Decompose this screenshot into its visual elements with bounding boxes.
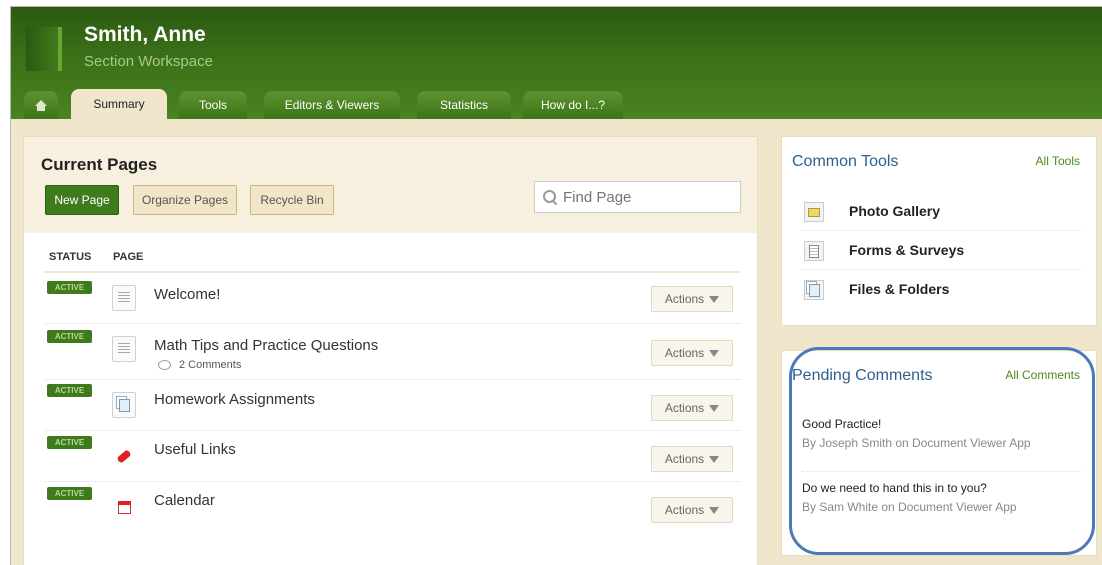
tool-label: Files & Folders	[849, 281, 950, 297]
actions-dropdown[interactable]: Actions	[651, 497, 733, 523]
current-pages-toolbar: Current Pages New Page Organize Pages Re…	[24, 137, 757, 233]
header-banner: Smith, Anne Section Workspace Summary To…	[11, 7, 1102, 119]
actions-dropdown[interactable]: Actions	[651, 340, 733, 366]
workspace-frame: Smith, Anne Section Workspace Summary To…	[10, 6, 1102, 565]
table-row[interactable]: ACTIVE Homework Assignments Actions	[44, 380, 741, 431]
tool-label: Forms & Surveys	[849, 242, 965, 258]
tab-home[interactable]	[24, 91, 58, 119]
all-comments-link[interactable]: All Comments	[1005, 368, 1080, 382]
documents-icon	[112, 392, 136, 418]
table-row[interactable]: ACTIVE Welcome! Actions	[44, 273, 741, 324]
comment-item[interactable]: Good Practice! By Joseph Smith on Docume…	[802, 417, 1082, 450]
comment-divider	[802, 471, 1082, 472]
page-icon	[112, 336, 136, 362]
actions-label: Actions	[664, 452, 705, 466]
table-row[interactable]: ACTIVE Calendar Actions	[44, 482, 741, 533]
page-title-link[interactable]: Useful Links	[154, 441, 236, 458]
comment-text: Good Practice!	[802, 417, 882, 431]
home-icon	[35, 99, 47, 111]
actions-label: Actions	[664, 292, 705, 306]
caret-down-icon	[709, 404, 720, 412]
tab-how-do-i[interactable]: How do I...?	[523, 91, 623, 119]
page-title: Smith, Anne	[84, 23, 206, 46]
page-title-link[interactable]: Homework Assignments	[154, 391, 315, 408]
caret-down-icon	[709, 295, 720, 303]
tab-tools[interactable]: Tools	[179, 91, 247, 119]
actions-dropdown[interactable]: Actions	[651, 446, 733, 472]
common-tools-title: Common Tools	[792, 153, 899, 170]
actions-label: Actions	[664, 401, 705, 415]
all-tools-link[interactable]: All Tools	[1036, 154, 1080, 168]
photo-gallery-icon	[804, 202, 824, 222]
status-badge: ACTIVE	[47, 330, 92, 343]
tool-label: Photo Gallery	[849, 203, 941, 219]
tool-item-files-folders[interactable]: Files & Folders	[802, 271, 1082, 309]
search-icon	[543, 190, 557, 204]
comments-count: 2 Comments	[179, 359, 242, 371]
current-pages-panel: Current Pages New Page Organize Pages Re…	[23, 136, 758, 565]
link-icon	[112, 443, 136, 469]
page-column-header: PAGE	[113, 251, 144, 263]
table-row[interactable]: ACTIVE Math Tips and Practice Questions …	[44, 324, 741, 380]
tool-item-photo-gallery[interactable]: Photo Gallery	[802, 193, 1082, 231]
status-badge: ACTIVE	[47, 436, 92, 449]
status-badge: ACTIVE	[47, 487, 92, 500]
comment-text: Do we need to hand this in to you?	[802, 481, 987, 495]
find-page-input[interactable]	[563, 188, 723, 206]
workspace-logo-icon	[26, 27, 62, 71]
caret-down-icon	[709, 349, 720, 357]
page-icon	[112, 285, 136, 311]
current-pages-title: Current Pages	[41, 155, 158, 174]
actions-label: Actions	[664, 346, 705, 360]
tab-summary[interactable]: Summary	[71, 89, 167, 119]
files-icon	[804, 280, 824, 300]
pending-comments-panel: Pending Comments All Comments Good Pract…	[781, 350, 1097, 556]
calendar-icon	[112, 494, 136, 520]
caret-down-icon	[709, 506, 720, 514]
caret-down-icon	[709, 455, 720, 463]
forms-icon	[804, 241, 824, 261]
page-subtitle: Section Workspace	[84, 53, 213, 70]
status-column-header: STATUS	[49, 251, 92, 263]
comment-item[interactable]: Do we need to hand this in to you? By Sa…	[802, 481, 1082, 514]
actions-label: Actions	[664, 503, 705, 517]
find-page-field[interactable]	[534, 181, 741, 213]
page-title-link[interactable]: Math Tips and Practice Questions	[154, 337, 378, 354]
comment-bubble-icon	[158, 360, 171, 370]
table-row[interactable]: ACTIVE Useful Links Actions	[44, 431, 741, 482]
status-badge: ACTIVE	[47, 281, 92, 294]
actions-dropdown[interactable]: Actions	[651, 286, 733, 312]
new-page-button[interactable]: New Page	[45, 185, 119, 215]
page-title-link[interactable]: Welcome!	[154, 286, 220, 303]
comment-author: By Joseph Smith on Document Viewer App	[802, 436, 1031, 450]
actions-dropdown[interactable]: Actions	[651, 395, 733, 421]
page-title-link[interactable]: Calendar	[154, 492, 215, 509]
comments-link[interactable]: 2 Comments	[158, 359, 241, 371]
comment-author: By Sam White on Document Viewer App	[802, 500, 1017, 514]
status-badge: ACTIVE	[47, 384, 92, 397]
tab-statistics[interactable]: Statistics	[417, 91, 511, 119]
pending-comments-title: Pending Comments	[792, 367, 933, 384]
common-tools-panel: Common Tools All Tools Photo Gallery For…	[781, 136, 1097, 326]
recycle-bin-button[interactable]: Recycle Bin	[250, 185, 334, 215]
tab-editors-viewers[interactable]: Editors & Viewers	[264, 91, 400, 119]
organize-pages-button[interactable]: Organize Pages	[133, 185, 237, 215]
tool-item-forms-surveys[interactable]: Forms & Surveys	[802, 232, 1082, 270]
